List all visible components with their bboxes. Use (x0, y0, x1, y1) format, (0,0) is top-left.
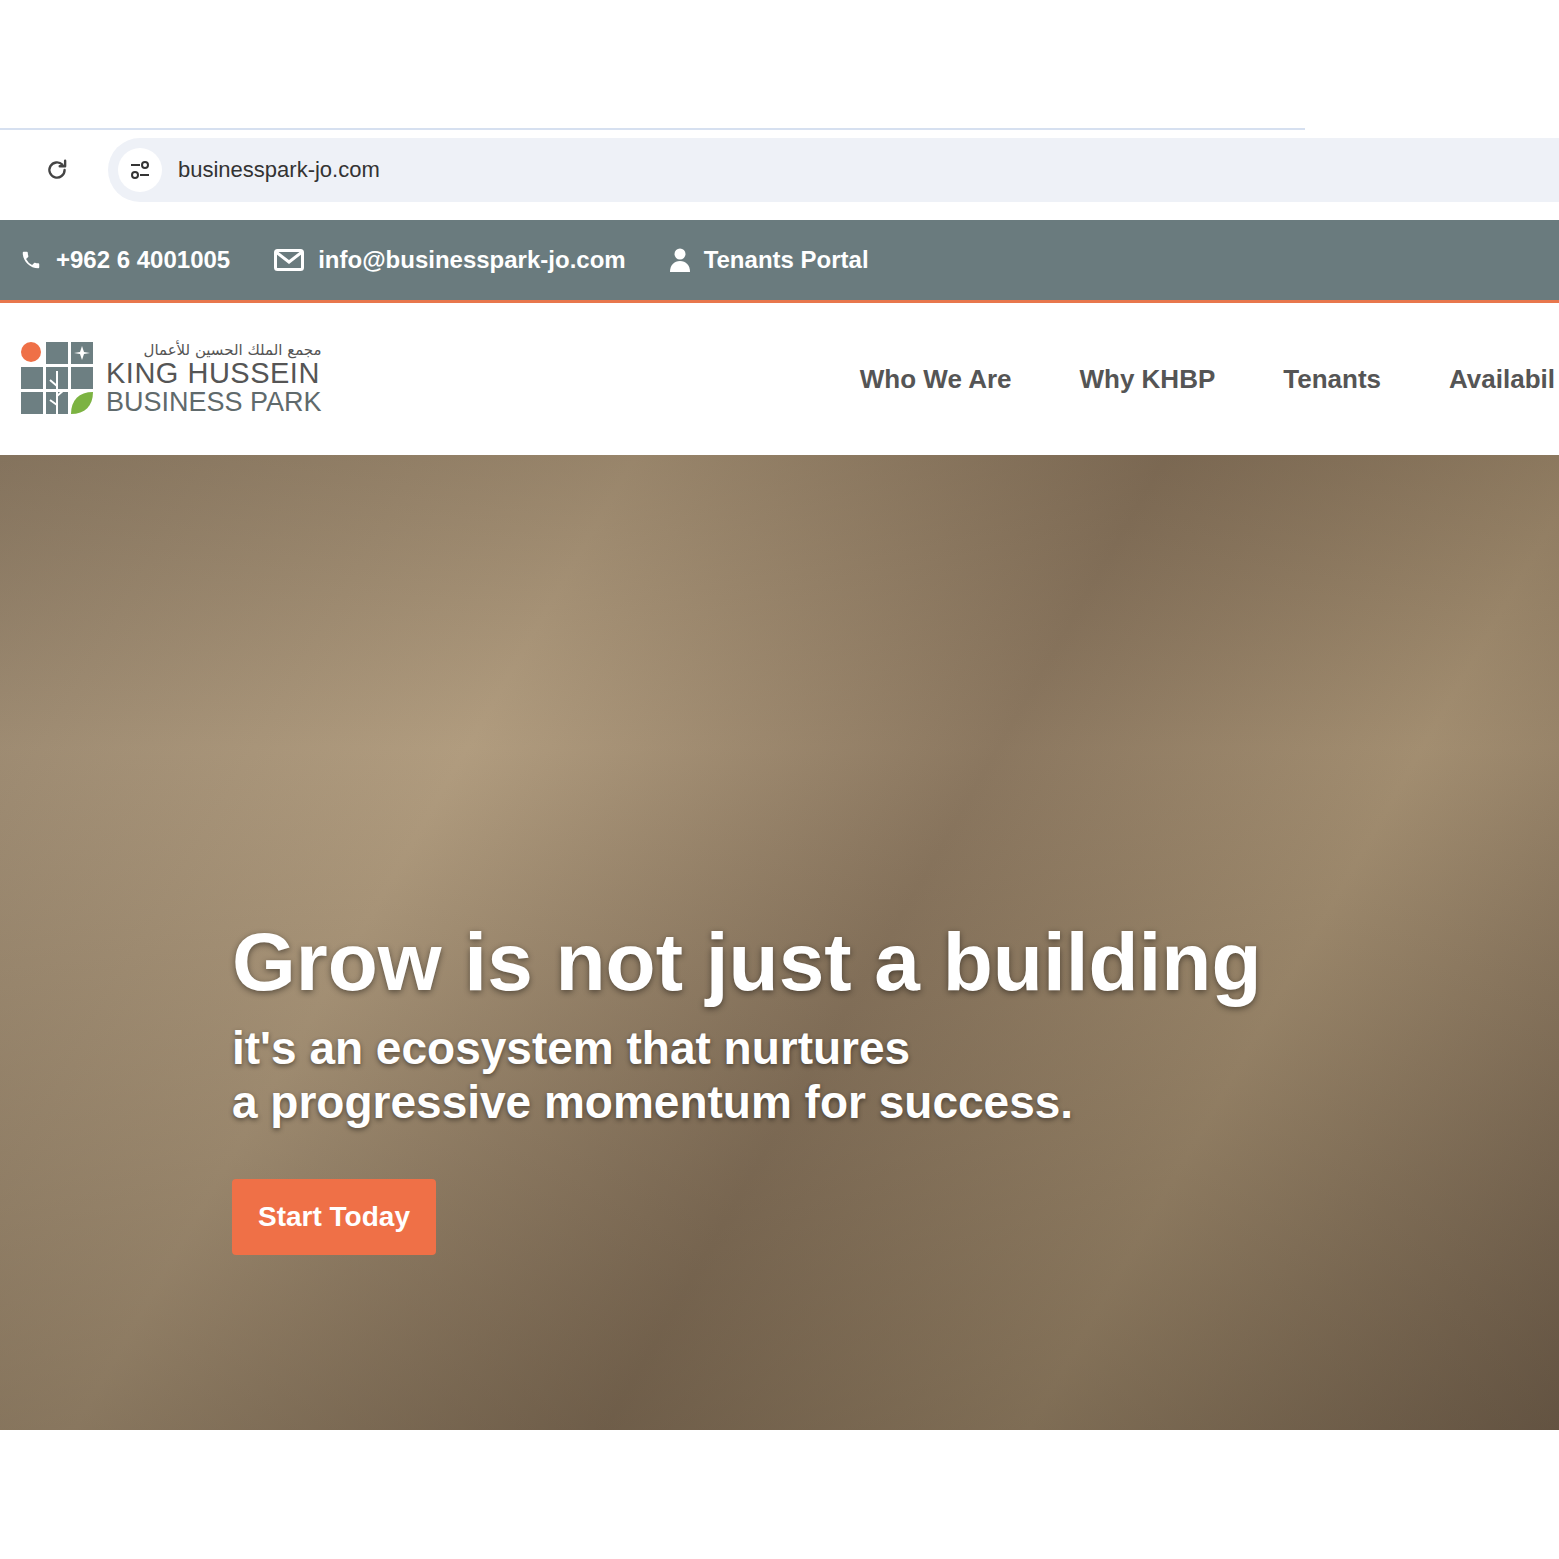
reload-icon[interactable] (44, 157, 70, 183)
start-button[interactable]: Start Today (232, 1179, 436, 1255)
logo-line1: KING HUSSEIN (106, 359, 322, 388)
envelope-icon (274, 249, 304, 271)
contact-bar: +962 6 4001005 info@businesspark-jo.com … (0, 220, 1559, 303)
site-info-icon[interactable] (118, 148, 162, 192)
portal-link[interactable]: Tenants Portal (670, 246, 869, 274)
logo-line2: BUSINESS PARK (106, 388, 322, 416)
user-icon (670, 248, 690, 272)
hero-subtitle-line: it's an ecosystem that nurtures (232, 1021, 1559, 1075)
hero-title: Grow is not just a building (232, 917, 1559, 1007)
park-logo-icon (20, 341, 96, 417)
tab-strip-line (0, 128, 1305, 130)
hero-subtitle-line: a progressive momentum for success. (232, 1075, 1559, 1129)
site-header: مجمع الملك الحسين للأعمال KING HUSSEIN B… (0, 303, 1559, 455)
email-link[interactable]: info@businesspark-jo.com (274, 246, 625, 274)
email-text[interactable]: info@businesspark-jo.com (318, 246, 625, 274)
hero-subtitle: it's an ecosystem that nurturesa progres… (232, 1021, 1559, 1129)
portal-text[interactable]: Tenants Portal (704, 246, 869, 274)
address-bar[interactable]: businesspark-jo.com (108, 138, 1559, 202)
phone-icon (20, 249, 42, 271)
nav-item[interactable]: Tenants (1283, 364, 1381, 395)
site-logo[interactable]: مجمع الملك الحسين للأعمال KING HUSSEIN B… (20, 341, 322, 417)
url-text[interactable]: businesspark-jo.com (178, 157, 380, 183)
phone-link[interactable]: +962 6 4001005 (20, 246, 230, 274)
nav-item[interactable]: Availabil (1449, 364, 1555, 395)
main-nav: Who We Are Why KHBP Tenants Availabil (860, 364, 1555, 395)
phone-text[interactable]: +962 6 4001005 (56, 246, 230, 274)
hero-banner: Grow is not just a building it's an ecos… (0, 455, 1559, 1430)
nav-item[interactable]: Why KHBP (1079, 364, 1215, 395)
blank-area (0, 0, 1559, 128)
nav-item[interactable]: Who We Are (860, 364, 1012, 395)
address-row: businesspark-jo.com (0, 130, 1559, 208)
logo-arabic: مجمع الملك الحسين للأعمال (106, 341, 322, 359)
